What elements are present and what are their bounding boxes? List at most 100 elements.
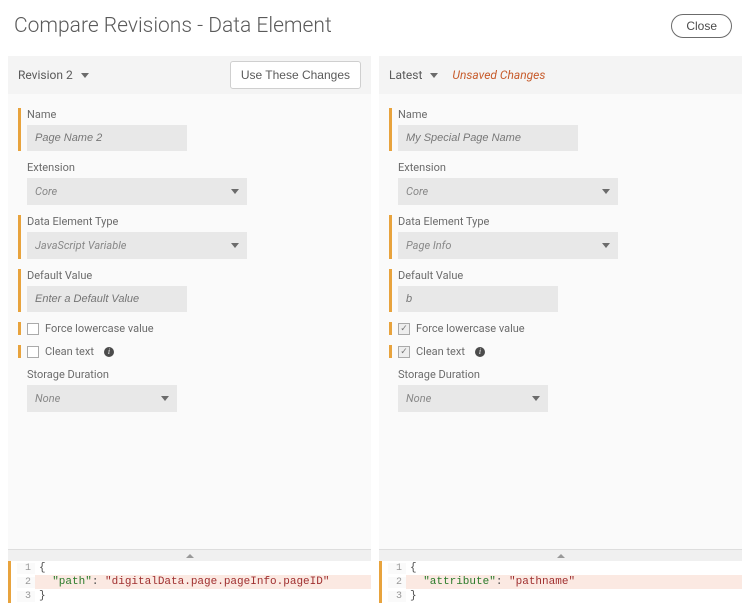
revision-selector-left[interactable]: Revision 2 xyxy=(18,68,89,82)
change-indicator xyxy=(18,215,21,259)
name-label: Name xyxy=(398,108,730,121)
code-collapse-toggle[interactable] xyxy=(379,549,742,561)
type-value: Page Info xyxy=(406,239,451,252)
name-label: Name xyxy=(27,108,359,121)
name-field-row: Name xyxy=(389,108,730,151)
force-lower-label: Force lowercase value xyxy=(45,322,154,335)
chevron-down-icon xyxy=(231,189,239,194)
default-label: Default Value xyxy=(27,269,359,282)
right-panel-header: Latest Unsaved Changes xyxy=(379,56,742,94)
code-collapse-toggle[interactable] xyxy=(8,549,371,561)
change-indicator xyxy=(389,345,392,358)
storage-select[interactable]: None xyxy=(398,385,548,412)
default-input[interactable] xyxy=(27,286,187,312)
extension-value: Core xyxy=(35,185,57,198)
extension-select[interactable]: Core xyxy=(27,178,247,205)
extension-select[interactable]: Core xyxy=(398,178,618,205)
extension-field-row: Extension Core xyxy=(18,161,359,205)
change-indicator xyxy=(379,561,382,603)
force-lower-label: Force lowercase value xyxy=(416,322,525,335)
left-panel-body: Name Extension Core Data Element Type xyxy=(8,94,371,549)
storage-value: None xyxy=(35,392,60,405)
code-line: } xyxy=(406,589,742,603)
chevron-down-icon xyxy=(161,396,169,401)
code-line: { xyxy=(35,561,371,575)
default-input[interactable] xyxy=(398,286,558,312)
unsaved-changes-label: Unsaved Changes xyxy=(452,68,545,82)
type-select[interactable]: Page Info xyxy=(398,232,618,259)
code-line: { xyxy=(406,561,742,575)
use-these-changes-button[interactable]: Use These Changes xyxy=(230,61,361,89)
name-input[interactable] xyxy=(27,125,187,151)
type-value: JavaScript Variable xyxy=(35,239,126,252)
storage-label: Storage Duration xyxy=(27,368,359,381)
line-number: 3 xyxy=(17,591,35,602)
chevron-down-icon xyxy=(81,73,89,78)
force-lower-checkbox[interactable]: ✓ xyxy=(398,323,410,335)
left-panel: Revision 2 Use These Changes Name Extens… xyxy=(8,56,371,603)
storage-label: Storage Duration xyxy=(398,368,730,381)
chevron-up-icon xyxy=(557,554,565,558)
revision-label: Latest xyxy=(389,68,422,82)
clean-text-label: Clean text xyxy=(416,345,465,358)
chevron-down-icon xyxy=(602,243,610,248)
clean-text-row: Clean text i xyxy=(18,345,359,358)
change-indicator xyxy=(8,561,11,603)
change-indicator xyxy=(18,269,21,312)
clean-text-label: Clean text xyxy=(45,345,94,358)
storage-field-row: Storage Duration None xyxy=(18,368,359,412)
code-block-right: 1{ 2 "attribute": "pathname" 3} xyxy=(379,561,742,603)
line-number: 3 xyxy=(388,591,406,602)
storage-select[interactable]: None xyxy=(27,385,177,412)
change-indicator xyxy=(389,215,392,259)
chevron-down-icon xyxy=(231,243,239,248)
info-icon[interactable]: i xyxy=(104,347,114,357)
chevron-up-icon xyxy=(186,554,194,558)
line-number: 1 xyxy=(388,563,406,574)
type-label: Data Element Type xyxy=(398,215,730,228)
clean-text-checkbox[interactable] xyxy=(27,346,39,358)
line-number: 1 xyxy=(17,563,35,574)
compare-panels: Revision 2 Use These Changes Name Extens… xyxy=(0,56,750,603)
code-line: "attribute": "pathname" xyxy=(406,575,742,589)
name-input[interactable] xyxy=(398,125,578,151)
code-line: "path": "digitalData.page.pageInfo.pageI… xyxy=(35,575,371,589)
code-line: } xyxy=(35,589,371,603)
storage-value: None xyxy=(406,392,431,405)
chevron-down-icon xyxy=(430,73,438,78)
chevron-down-icon xyxy=(602,189,610,194)
revision-selector-right[interactable]: Latest xyxy=(389,68,438,82)
default-field-row: Default Value xyxy=(18,269,359,312)
force-lower-row: Force lowercase value xyxy=(18,322,359,335)
type-field-row: Data Element Type JavaScript Variable xyxy=(18,215,359,259)
page-title: Compare Revisions - Data Element xyxy=(14,14,332,38)
force-lower-row: ✓ Force lowercase value xyxy=(389,322,730,335)
change-indicator xyxy=(18,108,21,151)
default-field-row: Default Value xyxy=(389,269,730,312)
chevron-down-icon xyxy=(532,396,540,401)
code-block-left: 1{ 2 "path": "digitalData.page.pageInfo.… xyxy=(8,561,371,603)
change-indicator xyxy=(389,108,392,151)
type-field-row: Data Element Type Page Info xyxy=(389,215,730,259)
extension-value: Core xyxy=(406,185,428,198)
default-label: Default Value xyxy=(398,269,730,282)
force-lower-checkbox[interactable] xyxy=(27,323,39,335)
right-panel-body: Name Extension Core Data Element Type xyxy=(379,94,742,549)
change-indicator xyxy=(389,269,392,312)
clean-text-row: ✓ Clean text i xyxy=(389,345,730,358)
change-indicator xyxy=(18,322,21,335)
info-icon[interactable]: i xyxy=(475,347,485,357)
name-field-row: Name xyxy=(18,108,359,151)
line-number: 2 xyxy=(17,577,35,588)
extension-label: Extension xyxy=(27,161,359,174)
line-number: 2 xyxy=(388,577,406,588)
extension-field-row: Extension Core xyxy=(389,161,730,205)
left-panel-header: Revision 2 Use These Changes xyxy=(8,56,371,94)
revision-label: Revision 2 xyxy=(18,68,73,82)
page-header: Compare Revisions - Data Element Close xyxy=(0,0,750,56)
close-button[interactable]: Close xyxy=(671,14,732,38)
type-select[interactable]: JavaScript Variable xyxy=(27,232,247,259)
extension-label: Extension xyxy=(398,161,730,174)
clean-text-checkbox[interactable]: ✓ xyxy=(398,346,410,358)
type-label: Data Element Type xyxy=(27,215,359,228)
